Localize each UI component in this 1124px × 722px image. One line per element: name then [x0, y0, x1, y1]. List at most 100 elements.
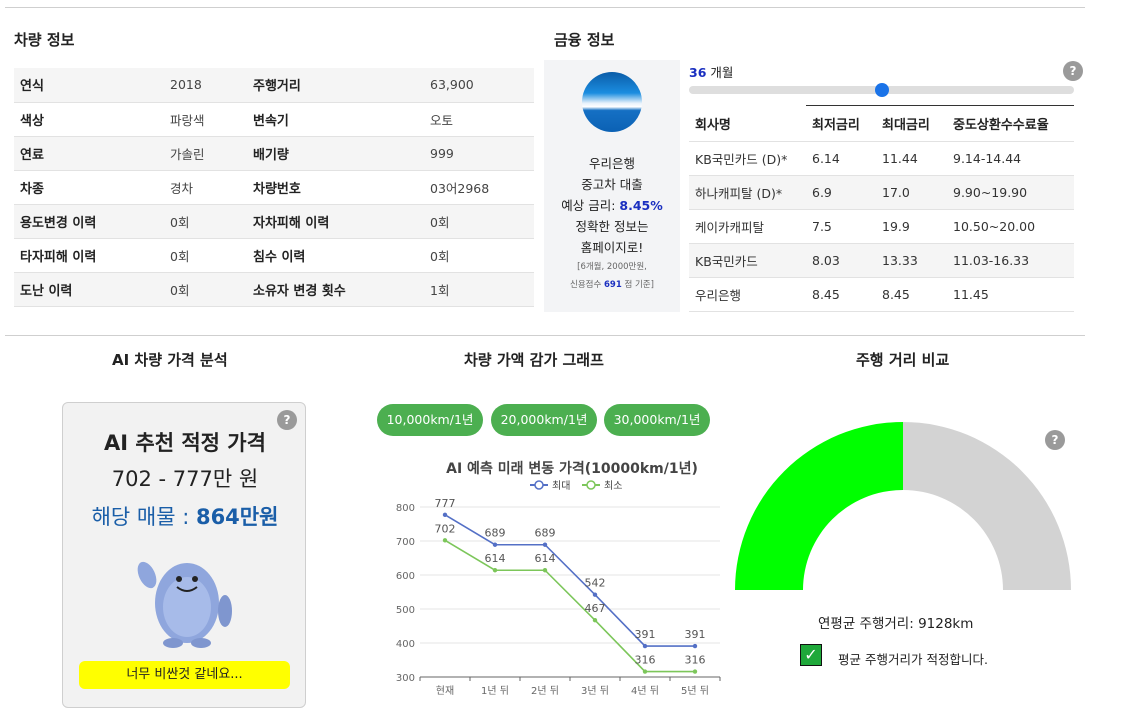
legend-marker — [534, 480, 544, 490]
legend-label: 최소 — [604, 480, 622, 492]
vehicle-field-value: 파랑색 — [164, 102, 247, 137]
vehicle-field-value: 1회 — [424, 272, 534, 307]
vehicle-info-row: 타자피해 이력 0회 침수 이력 0회 — [14, 238, 534, 273]
rate-table-cell: 6.14 — [806, 141, 876, 176]
vehicle-field-label: 배기량 — [247, 136, 424, 171]
rate-table-cell: 17.0 — [876, 175, 947, 210]
rate-table-cell: 11.03-16.33 — [947, 243, 1074, 278]
rate-table-cell: 9.14-14.44 — [947, 141, 1074, 176]
vehicle-field-label: 연식 — [14, 68, 164, 103]
mileage-20000-button[interactable]: 20,000km/1년 — [491, 404, 597, 436]
series-line — [444, 539, 695, 673]
mileage-gauge — [735, 422, 1071, 590]
bank-card[interactable]: 우리은행 중고차 대출 예상 금리: 8.45% 정확한 정보는 홈페이지로! … — [544, 60, 680, 312]
vehicle-field-label: 연료 — [14, 136, 164, 171]
data-label: 689 — [535, 527, 556, 540]
rate-table-cell: 8.45 — [806, 277, 876, 312]
data-label: 689 — [485, 527, 506, 540]
data-label: 702 — [435, 522, 456, 535]
y-tick-label: 600 — [396, 571, 415, 582]
ai-price-card: AI 추천 적정 가격 702 - 777만 원 해당 매물 : 864만원 너… — [62, 402, 306, 708]
ai-help-icon[interactable]: ? — [277, 410, 297, 430]
depreciation-chart: AI 예측 미래 변동 가격(10000km/1년) 최대 최소 300 400 500 6… — [396, 460, 721, 697]
rate-table-cell: 우리은행 — [689, 277, 806, 312]
data-point — [492, 568, 498, 573]
rate-table-cell: 8.45 — [876, 277, 947, 312]
loan-rate-table: 회사명 최저금리 최대금리 중도상환수수료율 KB국민카드 (D)* 6.14 11.44… — [689, 105, 1074, 312]
vehicle-info-row: 도난 이력 0회 소유자 변경 횟수 1회 — [14, 272, 534, 307]
vehicle-field-label: 소유자 변경 횟수 — [247, 272, 424, 307]
y-tick-label: 800 — [396, 503, 415, 514]
rate-table-cell: KB국민카드 (D)* — [689, 141, 806, 176]
data-point — [692, 643, 698, 649]
rate-table-cell: 6.9 — [806, 175, 876, 210]
vehicle-field-value: 0회 — [424, 204, 534, 239]
ai-recommend-title: AI 추천 적정 가격 — [104, 431, 266, 455]
vehicle-field-label: 차종 — [14, 170, 164, 205]
bank-name: 우리은행 — [588, 156, 635, 171]
rate-table-cell: KB국민카드 — [689, 243, 806, 278]
rate-table-row: KB국민카드 (D)* 6.14 11.44 9.14-14.44 — [689, 141, 1074, 176]
rate-table-cell: 13.33 — [876, 243, 947, 278]
x-tick-label: 3년 뒤 — [581, 685, 609, 697]
vehicle-field-label: 용도변경 이력 — [14, 204, 164, 239]
data-label: 614 — [535, 552, 556, 565]
vehicle-field-label: 타자피해 이력 — [14, 238, 164, 273]
vehicle-field-value: 0회 — [164, 204, 247, 239]
too-expensive-button[interactable]: 너무 비싼것 같네요... — [79, 661, 290, 689]
legend-marker — [586, 480, 596, 490]
data-label: 777 — [435, 497, 456, 510]
rate-table-cell: 10.50~20.00 — [947, 209, 1074, 244]
mileage-10000-button[interactable]: 10,000km/1년 — [377, 404, 483, 436]
data-label: 391 — [685, 628, 706, 641]
rate-table-row: 하나캐피탈 (D)* 6.9 17.0 9.90~19.90 — [689, 175, 1074, 210]
rate-table-header: 중도상환수수료율 — [947, 105, 1074, 142]
slider-thumb[interactable] — [874, 83, 889, 97]
mileage-30000-button[interactable]: 30,000km/1년 — [604, 404, 710, 436]
mascot-image — [137, 561, 232, 648]
vehicle-info-row: 차종 경차 차량번호 03어2968 — [14, 170, 534, 205]
vehicle-field-value: 경차 — [164, 170, 247, 205]
y-tick-label: 400 — [396, 639, 415, 650]
gauge-remaining-arc — [903, 422, 1071, 590]
vehicle-info-row: 연료 가솔린 배기량 999 — [14, 136, 534, 171]
vehicle-field-value: 0회 — [424, 238, 534, 273]
vehicle-info-row: 연식 2018 주행거리 63,900 — [14, 68, 534, 103]
vehicle-field-value: 63,900 — [424, 68, 534, 103]
data-label: 391 — [635, 628, 656, 641]
vehicle-info-row: 색상 파랑색 변속기 오토 — [14, 102, 534, 137]
rate-table-header: 최저금리 — [806, 105, 876, 142]
y-tick-label: 700 — [396, 537, 415, 548]
rate-table-cell: 케이카캐피탈 — [689, 209, 806, 244]
vehicle-field-value: 03어2968 — [424, 170, 534, 205]
data-point — [542, 542, 548, 547]
data-point — [592, 592, 598, 597]
mileage-title: 주행 거리 비교 — [856, 351, 950, 369]
data-label: 467 — [585, 602, 606, 615]
bank-loan-type: 중고차 대출 — [581, 177, 643, 192]
ai-analysis-title: AI 차량 가격 분석 — [112, 351, 228, 369]
bank-logo — [582, 72, 642, 132]
vehicle-field-label: 색상 — [14, 102, 164, 137]
vehicle-field-value: 0회 — [164, 272, 247, 307]
vehicle-field-value: 2018 — [164, 68, 247, 103]
gauge-fill-arc — [735, 422, 903, 590]
x-tick-label: 4년 뒤 — [631, 685, 659, 697]
finance-help-icon[interactable]: ? — [1063, 61, 1083, 81]
finance-info-title: 금융 정보 — [554, 31, 615, 49]
bank-accurate-text: 정확한 정보는 — [575, 219, 649, 234]
mileage-ok-checkbox[interactable]: ✓ — [800, 644, 822, 666]
bank-note-1: [6개월, 2000만원, — [577, 262, 647, 272]
depreciation-title: 차량 가액 감가 그래프 — [464, 351, 604, 369]
rate-table-cell: 11.45 — [947, 277, 1074, 312]
data-point — [592, 618, 598, 623]
series-line — [444, 514, 695, 647]
y-tick-label: 500 — [396, 605, 415, 616]
vehicle-field-label: 변속기 — [247, 102, 424, 137]
middle-divider — [5, 335, 1085, 336]
vehicle-field-value: 오토 — [424, 102, 534, 137]
data-point — [542, 568, 548, 573]
average-mileage-text: 연평균 주행거리: 9128km — [818, 616, 974, 632]
data-label: 316 — [685, 654, 706, 667]
data-label: 614 — [485, 552, 506, 565]
